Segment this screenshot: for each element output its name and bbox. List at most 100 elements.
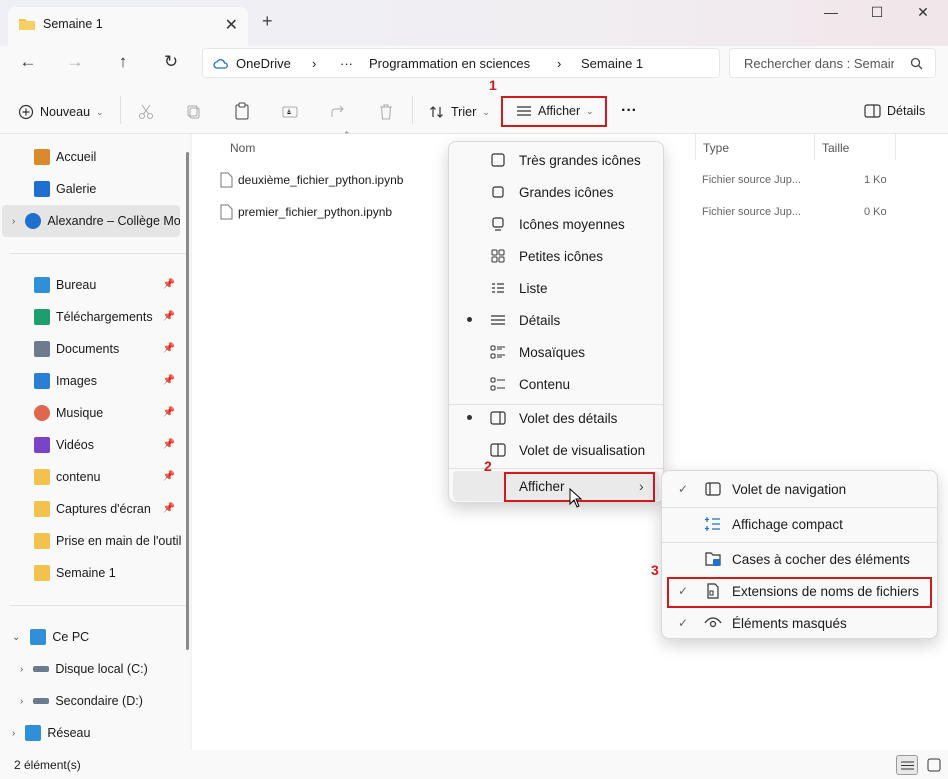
column-header-name[interactable]: Nom: [230, 141, 255, 155]
maximize-button[interactable]: ☐: [854, 4, 900, 26]
search-box[interactable]: Rechercher dans : Semaine 1: [729, 48, 936, 78]
sidebar-item-label: Téléchargements: [56, 310, 153, 324]
new-tab-button[interactable]: +: [262, 11, 273, 32]
sidebar-item-prise-en-main[interactable]: Prise en main de l'outil: [0, 525, 185, 557]
sidebar-item-bureau[interactable]: Bureau 📌: [0, 269, 185, 301]
breadcrumb-onedrive[interactable]: OneDrive: [236, 56, 291, 71]
paste-icon[interactable]: [233, 102, 251, 121]
mouse-cursor-icon: [569, 488, 582, 508]
breadcrumb-ellipsis[interactable]: ···: [340, 56, 353, 71]
pin-icon[interactable]: 📌: [163, 439, 175, 450]
sidebar-item-disque-c[interactable]: › Disque local (C:): [0, 653, 185, 685]
back-button[interactable]: ←: [14, 52, 42, 76]
tab-semaine-1[interactable]: Semaine 1 ✕: [8, 7, 248, 46]
close-tab-icon[interactable]: ✕: [225, 15, 238, 35]
file-icon: [220, 172, 233, 188]
sidebar-item-onedrive[interactable]: › Alexandre – Collège Montmorency: [0, 205, 180, 237]
sidebar-item-semaine-1[interactable]: Semaine 1: [0, 557, 185, 589]
sidebar-scrollbar[interactable]: [186, 152, 189, 650]
square-icon: [492, 186, 504, 198]
share-icon[interactable]: [329, 103, 347, 121]
selected-bullet-icon: [467, 415, 472, 420]
sidebar-item-telechargements[interactable]: Téléchargements 📌: [0, 301, 185, 333]
menu-item-details[interactable]: Détails: [449, 304, 663, 336]
sort-button[interactable]: Trier ⌄: [429, 104, 490, 120]
sidebar-item-videos[interactable]: Vidéos 📌: [0, 429, 185, 461]
sidebar-item-label: Documents: [56, 342, 120, 356]
video-icon: [34, 437, 50, 453]
menu-item-volet-visualisation[interactable]: Volet de visualisation: [449, 434, 663, 466]
pin-icon[interactable]: 📌: [163, 343, 175, 354]
details-icon: [491, 315, 505, 325]
column-header-type[interactable]: Type: [703, 141, 729, 155]
details-pane-button[interactable]: Détails: [864, 104, 925, 118]
menu-item-petites-icones[interactable]: Petites icônes: [449, 240, 663, 272]
menu-item-tres-grandes-icones[interactable]: Très grandes icônes: [449, 144, 663, 176]
gallery-icon: [34, 181, 50, 197]
pin-icon[interactable]: 📌: [163, 311, 175, 322]
more-options-button[interactable]: ···: [621, 102, 637, 120]
delete-icon[interactable]: [377, 103, 395, 121]
column-divider[interactable]: [695, 134, 696, 160]
minimize-button[interactable]: —: [808, 4, 854, 26]
step-number-2: 2: [484, 458, 492, 474]
chevron-right-icon: ›: [12, 215, 16, 227]
menu-item-volet-details[interactable]: Volet des détails: [449, 402, 663, 434]
address-bar[interactable]: OneDrive › ··· Programmation en sciences…: [202, 48, 720, 78]
monitor-icon: [492, 217, 504, 231]
file-icon: [220, 204, 233, 220]
sidebar-item-secondaire-d[interactable]: › Secondaire (D:): [0, 685, 185, 717]
sidebar-item-label: Captures d'écran: [56, 502, 151, 516]
forward-button[interactable]: →: [61, 52, 89, 76]
menu-divider: [449, 468, 663, 469]
sidebar-item-label: Semaine 1: [56, 566, 116, 580]
menu-item-grandes-icones[interactable]: Grandes icônes: [449, 176, 663, 208]
sidebar-item-reseau[interactable]: › Réseau: [0, 717, 185, 749]
breadcrumb-semaine-1[interactable]: Semaine 1: [581, 56, 643, 71]
close-window-button[interactable]: ✕: [900, 4, 946, 26]
download-icon: [34, 309, 50, 325]
pin-icon[interactable]: 📌: [163, 375, 175, 386]
column-header-size[interactable]: Taille: [822, 141, 849, 155]
sidebar-item-musique[interactable]: Musique 📌: [0, 397, 185, 429]
pin-icon[interactable]: 📌: [163, 503, 175, 514]
refresh-button[interactable]: ↻: [157, 52, 185, 76]
sidebar-item-ce-pc[interactable]: ⌄ Ce PC: [0, 621, 185, 653]
sidebar-item-documents[interactable]: Documents 📌: [0, 333, 185, 365]
pin-icon[interactable]: 📌: [163, 279, 175, 290]
submenu-item-elements-masques[interactable]: ✓ Éléments masqués: [662, 607, 937, 639]
column-divider[interactable]: [895, 134, 896, 160]
file-size: 1 Ko: [864, 174, 887, 186]
submenu-item-affichage-compact[interactable]: Affichage compact: [662, 508, 937, 540]
chevron-down-icon: ⌄: [12, 631, 21, 643]
sidebar-item-galerie[interactable]: Galerie: [0, 173, 185, 205]
music-icon: [34, 405, 50, 421]
up-button[interactable]: ↑: [109, 52, 137, 76]
details-view-button[interactable]: [896, 755, 918, 775]
sidebar-item-contenu[interactable]: contenu 📌: [0, 461, 185, 493]
pin-icon[interactable]: 📌: [163, 471, 175, 482]
home-icon: [34, 149, 50, 165]
copy-icon[interactable]: [185, 103, 203, 121]
menu-item-contenu[interactable]: Contenu: [449, 368, 663, 400]
new-button[interactable]: Nouveau ⌄: [18, 104, 104, 120]
chevron-right-icon: ›: [12, 727, 16, 739]
sidebar-item-accueil[interactable]: Accueil: [0, 141, 185, 173]
column-divider[interactable]: [814, 134, 815, 160]
menu-item-icones-moyennes[interactable]: Icônes moyennes: [449, 208, 663, 240]
cut-icon[interactable]: [137, 103, 155, 121]
view-button[interactable]: Afficher ⌄: [516, 104, 594, 118]
pin-icon[interactable]: 📌: [163, 407, 175, 418]
breadcrumb-programmation[interactable]: Programmation en sciences: [369, 56, 530, 71]
file-name: deuxième_fichier_python.ipynb: [238, 173, 404, 187]
sidebar-item-label: Galerie: [56, 182, 97, 196]
submenu-item-volet-navigation[interactable]: ✓ Volet de navigation: [662, 473, 937, 505]
view-label: Afficher: [538, 104, 581, 118]
menu-item-mosaiques[interactable]: Mosaïques: [449, 336, 663, 368]
submenu-item-cases-a-cocher[interactable]: Cases à cocher des éléments: [662, 543, 937, 575]
rename-icon[interactable]: [281, 103, 299, 121]
tiles-view-button[interactable]: [924, 755, 944, 775]
sidebar-item-images[interactable]: Images 📌: [0, 365, 185, 397]
menu-item-liste[interactable]: Liste: [449, 272, 663, 304]
sidebar-item-captures[interactable]: Captures d'écran 📌: [0, 493, 185, 525]
